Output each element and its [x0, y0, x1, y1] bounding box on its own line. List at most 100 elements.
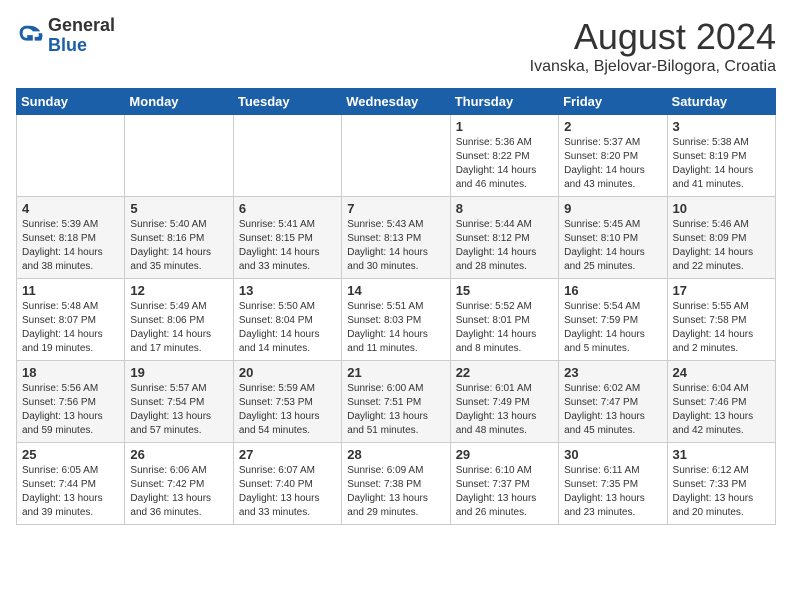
calendar-cell [342, 115, 450, 197]
cell-day-number: 24 [673, 365, 770, 380]
calendar-cell: 10 Sunrise: 5:46 AM Sunset: 8:09 PM Dayli… [667, 197, 775, 279]
calendar-cell: 25Sunrise: 6:05 AM Sunset: 7:44 PM Dayli… [17, 443, 125, 525]
cell-day-info: Sunrise: 6:11 AM Sunset: 7:35 PM Dayligh… [564, 464, 661, 520]
cell-day-number: 19 [130, 365, 227, 380]
calendar-cell: 26 Sunrise: 6:06 AM Sunset: 7:42 PM Dayli… [125, 443, 233, 525]
cell-day-info: Sunrise: 5:46 AM Sunset: 8:09 PM Dayligh… [673, 218, 770, 274]
calendar-cell: 5 Sunrise: 5:40 AM Sunset: 8:16 PM Daylig… [125, 197, 233, 279]
calendar-cell: 14 Sunrise: 5:51 AM Sunset: 8:03 PM Dayli… [342, 279, 450, 361]
header-row: SundayMondayTuesdayWednesdayThursdayFrid… [17, 89, 776, 115]
calendar-cell: 12 Sunrise: 5:49 AM Sunset: 8:06 PM Dayli… [125, 279, 233, 361]
day-header-wednesday: Wednesday [342, 89, 450, 115]
cell-day-number: 26 [130, 447, 227, 462]
cell-day-number: 12 [130, 283, 227, 298]
cell-day-info: Sunrise: 6:04 AM Sunset: 7:46 PM Dayligh… [673, 382, 770, 438]
cell-day-info: Sunrise: 5:36 AM Sunset: 8:22 PM Dayligh… [456, 136, 553, 192]
cell-day-number: 22 [456, 365, 553, 380]
calendar-cell: 22Sunrise: 6:01 AM Sunset: 7:49 PM Dayli… [450, 361, 558, 443]
cell-day-info: Sunrise: 5:45 AM Sunset: 8:10 PM Dayligh… [564, 218, 661, 274]
cell-day-info: Sunrise: 5:40 AM Sunset: 8:16 PM Dayligh… [130, 218, 227, 274]
day-header-saturday: Saturday [667, 89, 775, 115]
calendar-cell: 9 Sunrise: 5:45 AM Sunset: 8:10 PM Daylig… [559, 197, 667, 279]
cell-day-number: 17 [673, 283, 770, 298]
cell-day-number: 31 [673, 447, 770, 462]
page-header: General Blue August 2024 Ivanska, Bjelov… [16, 16, 776, 76]
calendar-cell: 19Sunrise: 5:57 AM Sunset: 7:54 PM Dayli… [125, 361, 233, 443]
location-subtitle: Ivanska, Bjelovar-Bilogora, Croatia [530, 58, 776, 76]
calendar-cell: 23 Sunrise: 6:02 AM Sunset: 7:47 PM Dayli… [559, 361, 667, 443]
day-header-sunday: Sunday [17, 89, 125, 115]
cell-day-info: Sunrise: 5:51 AM Sunset: 8:03 PM Dayligh… [347, 300, 444, 356]
day-header-tuesday: Tuesday [233, 89, 341, 115]
cell-day-number: 13 [239, 283, 336, 298]
calendar-cell [125, 115, 233, 197]
cell-day-info: Sunrise: 5:54 AM Sunset: 7:59 PM Dayligh… [564, 300, 661, 356]
calendar-cell: 24 Sunrise: 6:04 AM Sunset: 7:46 PM Dayli… [667, 361, 775, 443]
calendar-cell: 17 Sunrise: 5:55 AM Sunset: 7:58 PM Dayli… [667, 279, 775, 361]
cell-day-info: Sunrise: 5:43 AM Sunset: 8:13 PM Dayligh… [347, 218, 444, 274]
week-row-3: 11Sunrise: 5:48 AM Sunset: 8:07 PM Dayli… [17, 279, 776, 361]
cell-day-number: 23 [564, 365, 661, 380]
cell-day-number: 8 [456, 201, 553, 216]
calendar-cell: 13Sunrise: 5:50 AM Sunset: 8:04 PM Dayli… [233, 279, 341, 361]
cell-day-number: 15 [456, 283, 553, 298]
cell-day-number: 6 [239, 201, 336, 216]
cell-day-info: Sunrise: 5:56 AM Sunset: 7:56 PM Dayligh… [22, 382, 119, 438]
day-header-friday: Friday [559, 89, 667, 115]
cell-day-number: 21 [347, 365, 444, 380]
calendar-cell: 21 Sunrise: 6:00 AM Sunset: 7:51 PM Dayli… [342, 361, 450, 443]
cell-day-info: Sunrise: 5:59 AM Sunset: 7:53 PM Dayligh… [239, 382, 336, 438]
calendar-cell: 16Sunrise: 5:54 AM Sunset: 7:59 PM Dayli… [559, 279, 667, 361]
cell-day-number: 1 [456, 119, 553, 134]
cell-day-info: Sunrise: 6:10 AM Sunset: 7:37 PM Dayligh… [456, 464, 553, 520]
week-row-5: 25Sunrise: 6:05 AM Sunset: 7:44 PM Dayli… [17, 443, 776, 525]
calendar-cell: 29 Sunrise: 6:10 AM Sunset: 7:37 PM Dayli… [450, 443, 558, 525]
logo-icon [16, 22, 44, 50]
cell-day-number: 30 [564, 447, 661, 462]
calendar-cell: 4 Sunrise: 5:39 AM Sunset: 8:18 PM Daylig… [17, 197, 125, 279]
cell-day-number: 10 [673, 201, 770, 216]
calendar-cell: 3Sunrise: 5:38 AM Sunset: 8:19 PM Daylig… [667, 115, 775, 197]
calendar-cell: 20 Sunrise: 5:59 AM Sunset: 7:53 PM Dayli… [233, 361, 341, 443]
week-row-4: 18 Sunrise: 5:56 AM Sunset: 7:56 PM Dayli… [17, 361, 776, 443]
cell-day-info: Sunrise: 6:02 AM Sunset: 7:47 PM Dayligh… [564, 382, 661, 438]
calendar-cell: 30 Sunrise: 6:11 AM Sunset: 7:35 PM Dayli… [559, 443, 667, 525]
cell-day-number: 18 [22, 365, 119, 380]
cell-day-number: 2 [564, 119, 661, 134]
calendar-cell: 31 Sunrise: 6:12 AM Sunset: 7:33 PM Dayli… [667, 443, 775, 525]
cell-day-info: Sunrise: 5:49 AM Sunset: 8:06 PM Dayligh… [130, 300, 227, 356]
cell-day-number: 11 [22, 283, 119, 298]
calendar-cell: 18 Sunrise: 5:56 AM Sunset: 7:56 PM Dayli… [17, 361, 125, 443]
week-row-1: 1 Sunrise: 5:36 AM Sunset: 8:22 PM Daylig… [17, 115, 776, 197]
cell-day-info: Sunrise: 6:06 AM Sunset: 7:42 PM Dayligh… [130, 464, 227, 520]
cell-day-info: Sunrise: 5:41 AM Sunset: 8:15 PM Dayligh… [239, 218, 336, 274]
cell-day-info: Sunrise: 6:12 AM Sunset: 7:33 PM Dayligh… [673, 464, 770, 520]
cell-day-info: Sunrise: 6:00 AM Sunset: 7:51 PM Dayligh… [347, 382, 444, 438]
calendar-cell: 28Sunrise: 6:09 AM Sunset: 7:38 PM Dayli… [342, 443, 450, 525]
cell-day-number: 14 [347, 283, 444, 298]
calendar-table: SundayMondayTuesdayWednesdayThursdayFrid… [16, 88, 776, 525]
title-block: August 2024 Ivanska, Bjelovar-Bilogora, … [530, 16, 776, 76]
cell-day-number: 5 [130, 201, 227, 216]
calendar-cell: 27Sunrise: 6:07 AM Sunset: 7:40 PM Dayli… [233, 443, 341, 525]
cell-day-number: 29 [456, 447, 553, 462]
logo-blue-text: Blue [48, 35, 87, 55]
logo: General Blue [16, 16, 115, 56]
month-year-title: August 2024 [530, 16, 776, 58]
calendar-cell [233, 115, 341, 197]
calendar-cell: 2 Sunrise: 5:37 AM Sunset: 8:20 PM Daylig… [559, 115, 667, 197]
cell-day-info: Sunrise: 5:37 AM Sunset: 8:20 PM Dayligh… [564, 136, 661, 192]
cell-day-number: 20 [239, 365, 336, 380]
cell-day-info: Sunrise: 5:39 AM Sunset: 8:18 PM Dayligh… [22, 218, 119, 274]
day-header-thursday: Thursday [450, 89, 558, 115]
cell-day-number: 3 [673, 119, 770, 134]
cell-day-number: 4 [22, 201, 119, 216]
cell-day-info: Sunrise: 5:52 AM Sunset: 8:01 PM Dayligh… [456, 300, 553, 356]
calendar-cell: 11Sunrise: 5:48 AM Sunset: 8:07 PM Dayli… [17, 279, 125, 361]
calendar-cell [17, 115, 125, 197]
cell-day-info: Sunrise: 5:55 AM Sunset: 7:58 PM Dayligh… [673, 300, 770, 356]
cell-day-info: Sunrise: 6:07 AM Sunset: 7:40 PM Dayligh… [239, 464, 336, 520]
cell-day-info: Sunrise: 5:44 AM Sunset: 8:12 PM Dayligh… [456, 218, 553, 274]
cell-day-number: 9 [564, 201, 661, 216]
calendar-cell: 7Sunrise: 5:43 AM Sunset: 8:13 PM Daylig… [342, 197, 450, 279]
